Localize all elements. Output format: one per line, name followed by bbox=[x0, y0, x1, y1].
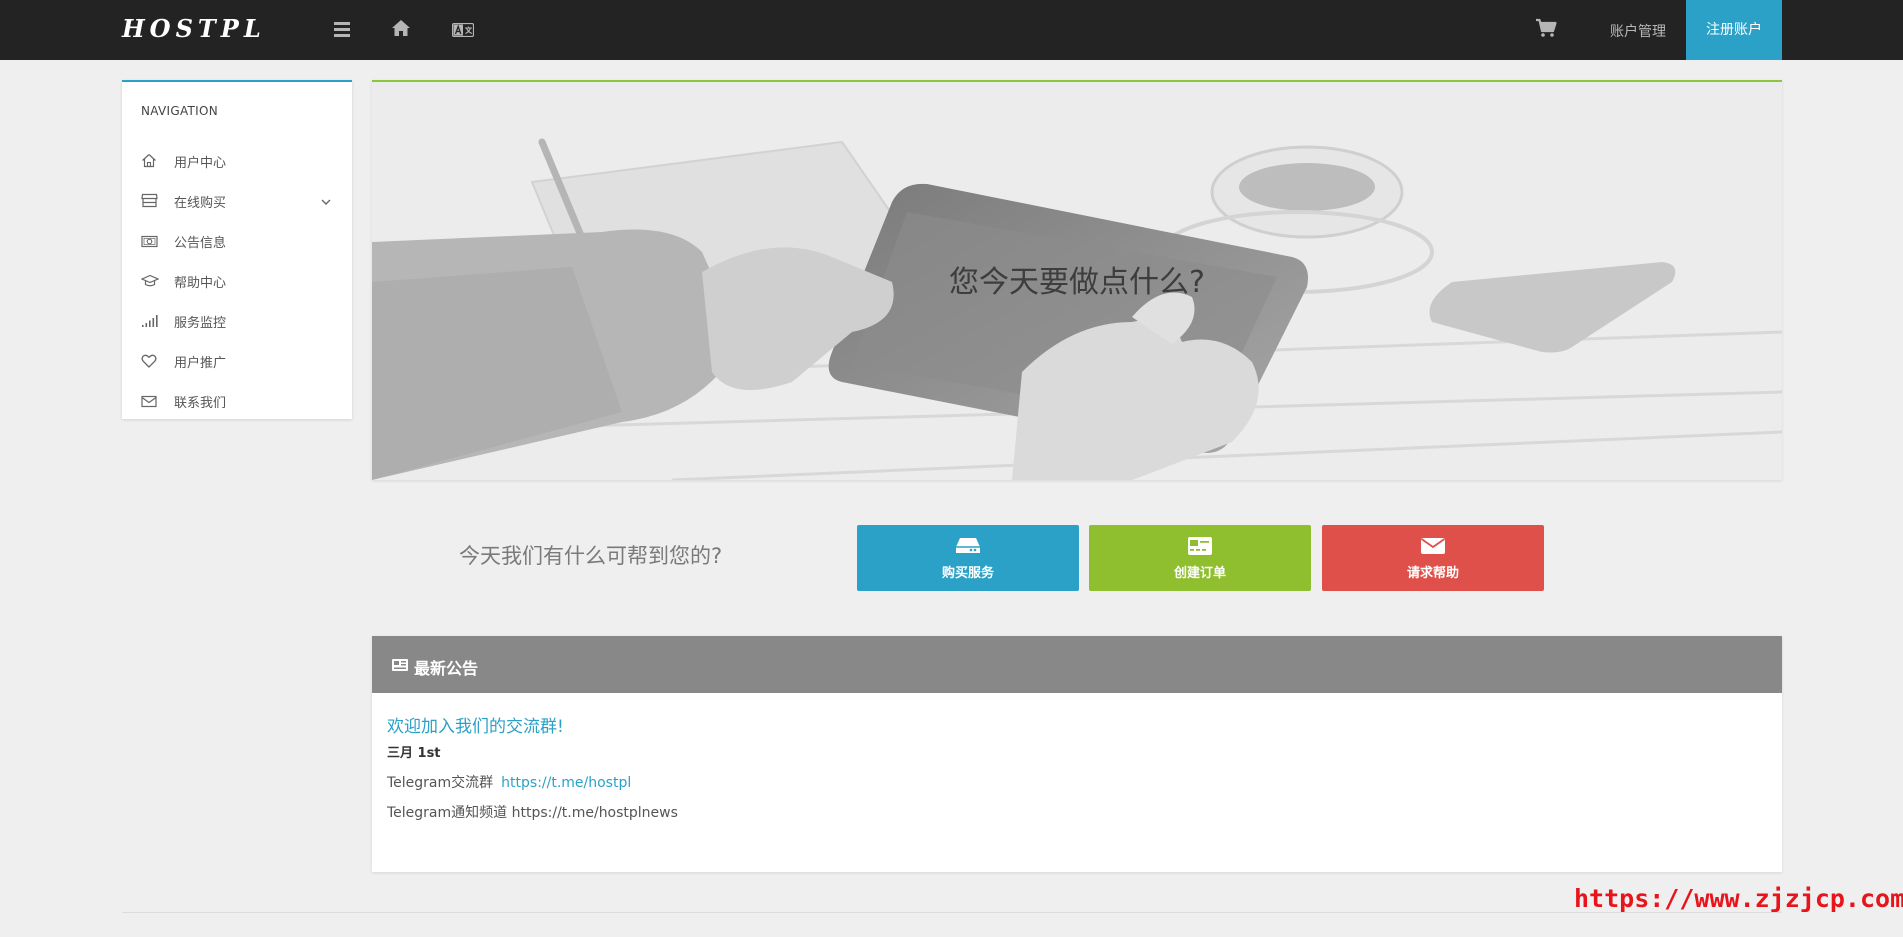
sidebar-item-label: 服务监控 bbox=[174, 316, 227, 331]
telegram-group-link[interactable]: https://t.me/hostpl bbox=[501, 775, 631, 791]
announcement-title-link[interactable]: 欢迎加入我们的交流群! bbox=[387, 712, 564, 737]
sidebar-navigation: NAVIGATION 用户中心 在线购买 公告信息 帮助中心 服务监控 用户推广… bbox=[122, 80, 352, 419]
sidebar-item-help-center[interactable]: 帮助中心 bbox=[122, 261, 352, 301]
sidebar-item-online-purchase[interactable]: 在线购买 bbox=[122, 181, 352, 221]
site-logo[interactable]: HOSTPL bbox=[122, 14, 266, 43]
footer-divider bbox=[122, 912, 1782, 913]
sidebar-item-label: 联系我们 bbox=[174, 396, 227, 411]
cart-icon[interactable] bbox=[1535, 18, 1557, 42]
server-icon bbox=[955, 536, 981, 556]
money-icon bbox=[141, 233, 159, 249]
home-icon bbox=[141, 153, 159, 169]
store-icon bbox=[141, 193, 159, 209]
menu-toggle-icon[interactable] bbox=[334, 22, 350, 40]
announcements-heading: 最新公告 bbox=[414, 659, 479, 678]
envelope-icon bbox=[1420, 536, 1446, 556]
help-prompt: 今天我们有什么可帮到您的? bbox=[459, 544, 723, 568]
home-icon[interactable] bbox=[391, 19, 411, 41]
sidebar-item-label: 帮助中心 bbox=[174, 276, 227, 291]
register-account-button[interactable]: 注册账户 bbox=[1686, 0, 1782, 60]
credit-card-icon bbox=[1187, 536, 1213, 556]
sidebar-item-label: 用户推广 bbox=[174, 356, 227, 371]
sidebar-item-user-center[interactable]: 用户中心 bbox=[122, 141, 352, 181]
sidebar-title: NAVIGATION bbox=[141, 104, 219, 118]
hero-banner: 您今天要做点什么? bbox=[372, 80, 1782, 480]
announcements-header: 最新公告 bbox=[372, 636, 1782, 693]
language-icon[interactable] bbox=[451, 22, 475, 41]
announcement-line-channel: Telegram通知频道 https://t.me/hostplnews bbox=[387, 805, 678, 821]
request-help-label: 请求帮助 bbox=[1406, 566, 1459, 581]
announcement-line-text: Telegram交流群 bbox=[387, 775, 494, 791]
sidebar-item-label: 在线购买 bbox=[174, 196, 227, 211]
hero-title: 您今天要做点什么? bbox=[949, 265, 1205, 300]
newspaper-icon bbox=[391, 657, 409, 671]
signal-icon bbox=[141, 313, 159, 329]
top-navbar: HOSTPL 账户管理 注册账户 bbox=[0, 0, 1903, 60]
sidebar-item-service-monitor[interactable]: 服务监控 bbox=[122, 301, 352, 341]
announcement-line-group: Telegram交流群 https://t.me/hostpl bbox=[387, 772, 631, 792]
account-management-link[interactable]: 账户管理 bbox=[1610, 21, 1666, 41]
chevron-down-icon[interactable] bbox=[320, 193, 332, 205]
sidebar-item-label: 公告信息 bbox=[174, 236, 227, 251]
announcement-date: 三月 1st bbox=[387, 746, 441, 761]
graduation-cap-icon bbox=[140, 273, 160, 289]
sidebar-item-contact-us[interactable]: 联系我们 bbox=[122, 381, 352, 421]
request-help-button[interactable]: 请求帮助 bbox=[1322, 525, 1544, 591]
buy-service-label: 购买服务 bbox=[941, 566, 994, 581]
heart-icon bbox=[141, 353, 159, 369]
sidebar-item-announcements[interactable]: 公告信息 bbox=[122, 221, 352, 261]
buy-service-button[interactable]: 购买服务 bbox=[857, 525, 1079, 591]
create-order-button[interactable]: 创建订单 bbox=[1089, 525, 1311, 591]
announcements-panel: 最新公告 欢迎加入我们的交流群! 三月 1st Telegram交流群 https… bbox=[372, 636, 1782, 872]
sidebar-item-user-referral[interactable]: 用户推广 bbox=[122, 341, 352, 381]
sidebar-item-label: 用户中心 bbox=[174, 156, 227, 171]
create-order-label: 创建订单 bbox=[1173, 566, 1226, 581]
envelope-icon bbox=[141, 393, 159, 409]
watermark-text: https://www.zjzjcp.com bbox=[1574, 884, 1903, 913]
